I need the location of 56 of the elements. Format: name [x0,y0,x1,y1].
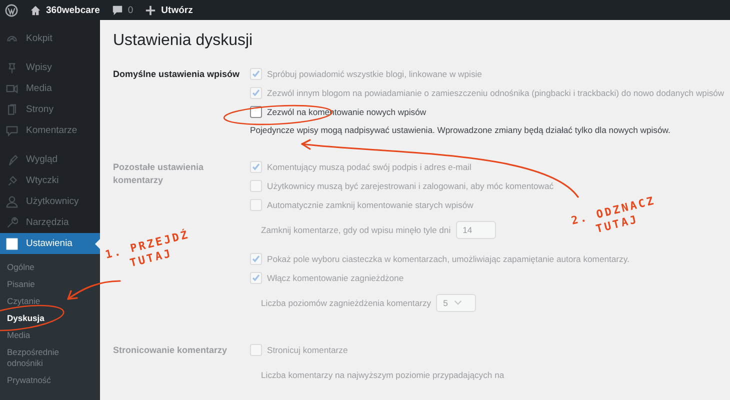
sidebar-item[interactable]: Komentarze [0,120,100,141]
new-link[interactable]: Utwórz [145,4,193,16]
menu-icon [6,82,18,94]
menu-icon [6,124,18,136]
arrow [67,280,121,300]
sidebar-item[interactable]: Wpisy [0,57,100,78]
help-text: Pojedyncze wpisy mogą nadpisywać ustawienia. Wprowadzone zmiany będą działać tylko dla nowych wpisów. [250,124,672,137]
submenu-item[interactable]: Prywatność [0,372,100,389]
field-label: Liczba komentarzy na najwyższym poziomie przypadających na [261,370,504,380]
days-input[interactable]: 14 [456,220,496,238]
option-label: Automatycznie zamknij komentowanie starych wpisów [267,200,474,210]
menu-icon [6,154,18,166]
sidebar-item[interactable]: Narzędzia [0,212,100,233]
option-label: Komentujący muszą podać swój podpis i adres e-mail [267,162,472,172]
wordpress-logo-icon[interactable] [5,4,18,16]
comment-icon [112,4,123,16]
submenu-item[interactable]: Bezpośrednie odnośniki [0,344,100,372]
site-name: 360webcare [46,4,100,16]
home-icon [30,4,41,16]
field-label: Zamknij komentarze, gdy od wpisu minęło tyle dni [261,224,451,234]
comment-count: 0 [128,4,134,16]
menu-icon [6,62,18,74]
submenu-item[interactable]: Czytanie [0,293,100,310]
option-label: Spróbuj powiadomić wszystkie blogi, linkowane w wpisie [267,68,482,78]
sidebar-item[interactable]: Strony [0,99,100,120]
sidebar-item[interactable]: Kokpit [0,28,100,49]
sidebar-item[interactable]: Ustawienia [0,233,100,254]
menu-icon [6,174,18,186]
comments-link[interactable]: 0 [112,4,134,16]
section-label: Domyślne ustawienia wpisów [113,68,241,81]
submenu-item[interactable]: Dyskusja [0,310,100,327]
sidebar-item[interactable]: Wtyczki [0,170,100,191]
field-label: Liczba poziomów zagnieżdżenia komentarzy [261,298,432,308]
sidebar-item[interactable]: Wygląd [0,149,100,170]
submenu-item[interactable]: Pisanie [0,276,100,293]
new-label: Utwórz [161,4,193,16]
menu-icon [6,196,18,208]
option-label: Zezwól innym blogom na powiadamianie o zamieszczeniu odnośnika (pingbacki i trackbacki) do nowo dodanych wpisów [267,88,724,98]
submenu-item[interactable]: Ogólne [0,259,100,276]
page-title: Ustawienia dyskusji [113,32,254,50]
plus-icon [145,4,156,16]
option-label: Użytkownicy muszą być zarejestrowani i zalogowani, aby móc komentować [267,180,554,190]
sidebar-item[interactable]: Media [0,78,100,99]
depth-select[interactable]: 5 [436,294,476,312]
section-label: Pozostałe ustawienia komentarzy [113,161,205,187]
option-label: Włącz komentowanie zagnieżdżone [267,272,404,282]
menu-icon [6,216,18,228]
submenu-item[interactable]: Media [0,327,100,344]
sidebar-item[interactable]: Użytkownicy [0,191,100,212]
option-label: Stronicuj komentarze [267,344,348,354]
menu-icon [6,238,18,250]
chevron-down-icon [454,300,462,305]
option-label: Pokaż pole wyboru ciasteczka w komentarzach, umożliwiając zapamiętanie autora komentarzy. [267,254,630,264]
section-label: Stronicowanie komentarzy [113,344,228,357]
site-link[interactable]: 360webcare [30,4,100,16]
menu-icon [6,104,18,116]
